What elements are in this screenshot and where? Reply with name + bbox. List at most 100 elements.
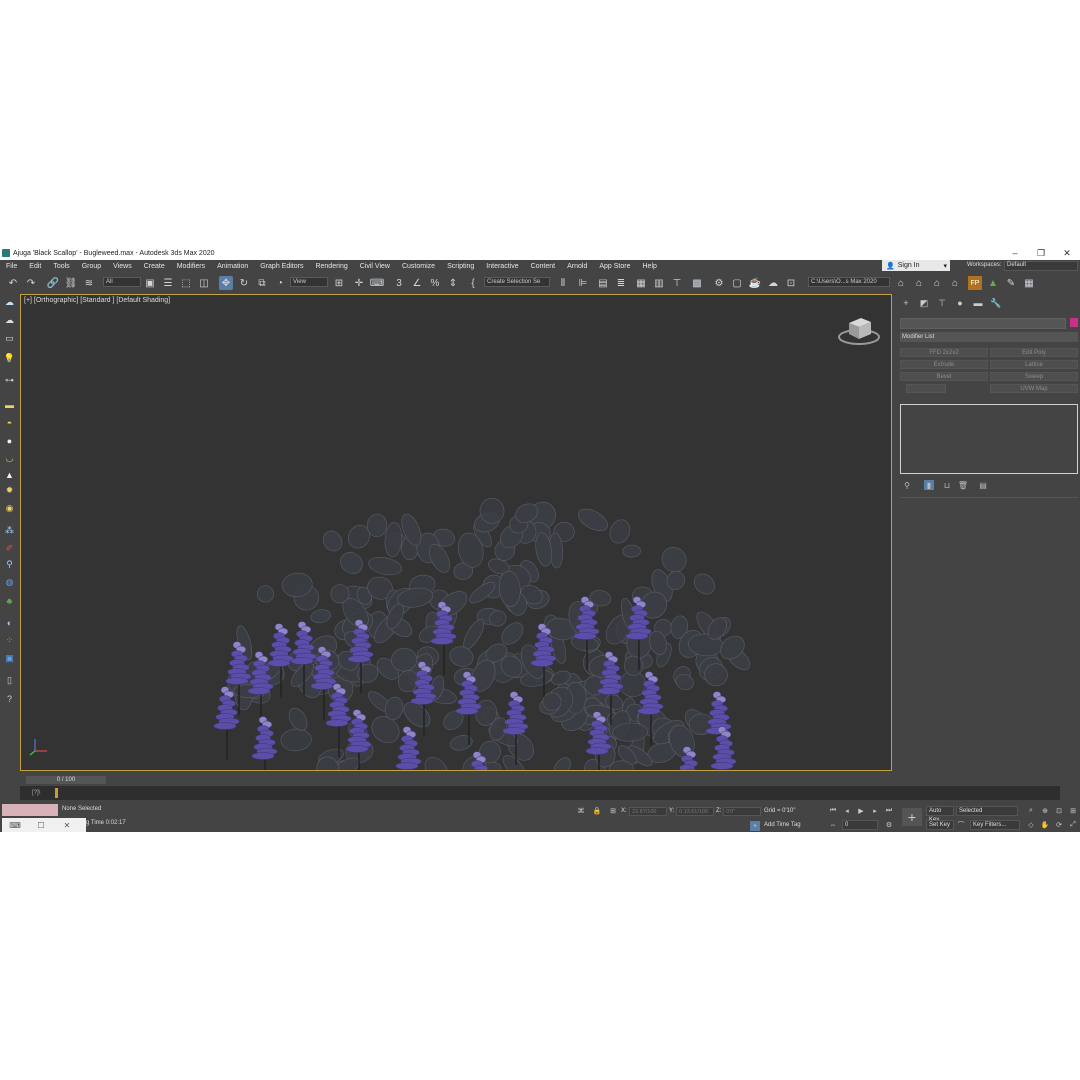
modifier-button-lattice[interactable]: Lattice [990, 360, 1078, 369]
select-and-rotate-icon[interactable]: ↻ [237, 276, 251, 290]
material-sphere-icon[interactable]: ◐ [3, 616, 16, 629]
menu-views[interactable]: Views [107, 263, 138, 270]
configure-modifier-sets-icon[interactable]: ▤ [978, 480, 988, 490]
absolute-mode-icon[interactable]: ⊞ [608, 806, 618, 816]
create-tab-icon[interactable]: + [900, 297, 912, 309]
container-update-icon[interactable]: ⌂ [948, 276, 962, 290]
viewport-label[interactable]: [+] [Orthographic] [Standard ] [Default … [24, 297, 170, 304]
time-configuration-icon[interactable]: ⚙ [884, 820, 894, 830]
forest-pack-icon[interactable]: FP [968, 276, 982, 290]
angle-snap-icon[interactable]: ∠ [410, 276, 424, 290]
goto-end-icon[interactable]: ⏭ [884, 806, 894, 816]
pin-stack-icon[interactable]: ⚲ [902, 480, 912, 490]
track-bar[interactable] [20, 786, 1060, 800]
script-icon[interactable]: ⌨ [2, 821, 28, 830]
spinner-snap-icon[interactable]: ⇕ [446, 276, 460, 290]
particle-icon[interactable]: ⁂ [3, 524, 16, 537]
menu-app-store[interactable]: App Store [593, 263, 636, 270]
percent-snap-icon[interactable]: % [428, 276, 442, 290]
menu-tools[interactable]: Tools [47, 263, 75, 270]
object-name-field[interactable] [900, 318, 1066, 329]
bind-space-warp-icon[interactable]: ≋ [82, 276, 96, 290]
time-slider[interactable]: 0 / 100 [26, 776, 106, 784]
schematic-view-icon[interactable]: ⊤ [670, 276, 684, 290]
rendered-frame-window-icon[interactable]: ▢ [730, 276, 744, 290]
render-shortcuts-icon[interactable]: ⊡ [784, 276, 798, 290]
align-icon[interactable]: ⊫ [576, 276, 590, 290]
menu-civil-view[interactable]: Civil View [354, 263, 396, 270]
unlink-icon[interactable]: ⛓ [64, 276, 78, 290]
set-keys-icon[interactable]: + [902, 808, 922, 826]
modifier-button-bevel[interactable]: Bevel [900, 372, 988, 381]
close-icon[interactable]: ✕ [54, 821, 80, 830]
edit-named-selection-icon[interactable]: { [466, 276, 480, 290]
isolate-selection-icon[interactable]: ⌘ [576, 806, 586, 816]
selection-filter-dropdown[interactable]: All [103, 277, 141, 287]
redo-icon[interactable]: ↷ [24, 276, 38, 290]
menu-interactive[interactable]: Interactive [480, 263, 524, 270]
maxscript-listener-field[interactable] [2, 804, 58, 816]
render-production-icon[interactable]: ☕ [748, 276, 762, 290]
render-setup-icon[interactable]: ⚙ [712, 276, 726, 290]
hierarchy-tab-icon[interactable]: ⊤ [936, 297, 948, 309]
camera-icon[interactable]: ⊶ [3, 374, 16, 387]
sign-in-button[interactable]: 👤 Sign In ▾ [882, 260, 950, 271]
cloud-icon[interactable]: ☁ [3, 314, 16, 327]
foliage-icon[interactable]: ♣ [3, 594, 16, 607]
container-open-icon[interactable]: ⌂ [912, 276, 926, 290]
y-coordinate-field[interactable]: 0 13.61/100 [676, 807, 714, 816]
key-filters-button[interactable]: Key Filters... [970, 820, 1020, 830]
menu-help[interactable]: Help [637, 263, 663, 270]
select-and-place-icon[interactable]: ◔ [273, 276, 287, 290]
light-icon[interactable]: 💡 [3, 352, 16, 365]
restore-button[interactable]: ❐ [1028, 246, 1054, 260]
perspective-viewport[interactable]: [+] [Orthographic] [Standard ] [Default … [20, 294, 892, 771]
spreadsheet-icon[interactable]: ▦ [1022, 276, 1036, 290]
selection-set-dropdown[interactable]: Selected [956, 806, 1018, 816]
modifier-button-uvw-map[interactable]: UVW Map [990, 384, 1078, 393]
toggle-scene-explorer-icon[interactable]: ▤ [596, 276, 610, 290]
menu-group[interactable]: Group [76, 263, 107, 270]
cone-icon[interactable]: ▲ [3, 468, 16, 481]
globe-icon[interactable]: ◍ [3, 576, 16, 589]
workspace-select[interactable]: Default [1004, 261, 1078, 271]
current-frame-field[interactable]: 0 [842, 820, 878, 830]
minimize-button[interactable]: – [1002, 246, 1028, 260]
reference-coordinate-dropdown[interactable]: View [290, 277, 328, 287]
menu-content[interactable]: Content [525, 263, 562, 270]
square-icon[interactable]: ☐ [28, 821, 54, 830]
select-by-name-icon[interactable]: ☰ [161, 276, 175, 290]
keyboard-shortcut-override-icon[interactable]: ⌨ [370, 276, 384, 290]
material-editor-icon[interactable]: ▩ [690, 276, 704, 290]
help-icon[interactable]: ? [3, 692, 16, 705]
modifier-stack[interactable] [900, 404, 1078, 474]
render-in-cloud-icon[interactable]: ☁ [766, 276, 780, 290]
container-close-icon[interactable]: ⌂ [930, 276, 944, 290]
x-coordinate-field[interactable]: 23.87/100 [629, 807, 667, 816]
current-frame-marker[interactable] [55, 788, 58, 798]
zoom-extents-all-icon[interactable]: ⊞ [1068, 806, 1078, 816]
menu-animation[interactable]: Animation [211, 263, 254, 270]
container-icon[interactable]: ⌂ [894, 276, 908, 290]
menu-modifiers[interactable]: Modifiers [171, 263, 211, 270]
previous-frame-icon[interactable]: ◂ [842, 806, 852, 816]
modifier-button-edit-poly[interactable]: Edit Poly [990, 348, 1078, 357]
next-frame-icon[interactable]: ▸ [870, 806, 880, 816]
railclone-icon[interactable]: ▲ [986, 276, 1000, 290]
box-icon[interactable]: ▭ [3, 332, 16, 345]
menu-graph-editors[interactable]: Graph Editors [254, 263, 309, 270]
lock-selection-icon[interactable]: 🔒 [592, 806, 602, 816]
document-icon[interactable]: ▯ [3, 674, 16, 687]
goto-start-icon[interactable]: ⏮ [828, 806, 838, 816]
bones-icon[interactable]: ⚲ [3, 558, 16, 571]
auto-key-button[interactable]: Auto Key [926, 806, 954, 823]
add-time-tag[interactable]: Add Time Tag [764, 822, 801, 828]
modifier-button-ffd[interactable]: FFD 2x2x2 [900, 348, 988, 357]
tools-icon[interactable]: ✎ [1004, 276, 1018, 290]
select-and-scale-icon[interactable]: ⧉ [255, 276, 269, 290]
link-icon[interactable]: 🔗 [46, 276, 60, 290]
plane-icon[interactable]: ▬ [3, 398, 16, 411]
time-tag-icon[interactable]: + [750, 821, 760, 831]
play-icon[interactable]: ▶ [856, 806, 866, 816]
key-mode-icon[interactable]: ⇔ [828, 820, 838, 830]
